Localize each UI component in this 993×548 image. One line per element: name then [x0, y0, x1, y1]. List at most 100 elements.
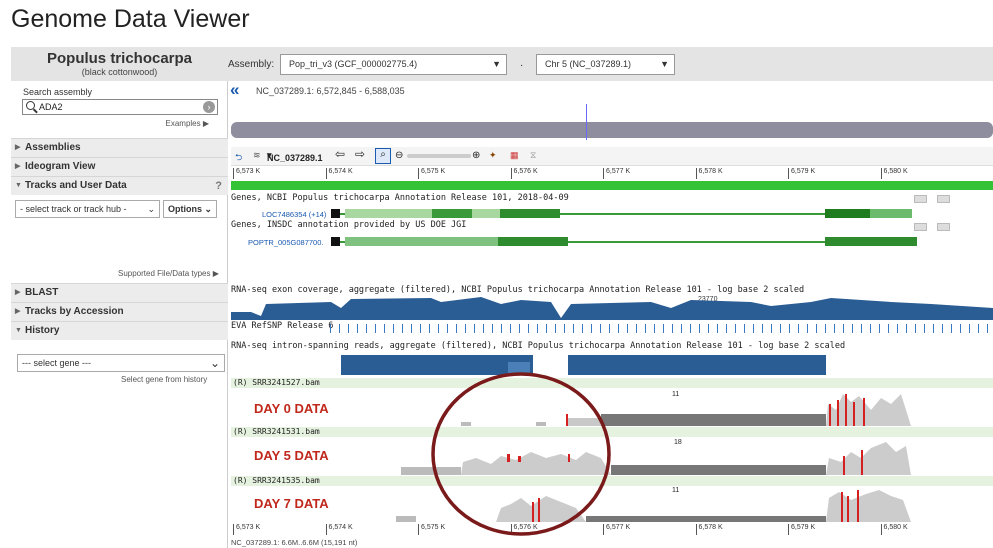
- sequence-select[interactable]: NC_037289.1 ▾: [267, 150, 323, 163]
- collapse-icon: ▼: [15, 182, 22, 189]
- ruler-tick: 6,580 K: [880, 524, 908, 535]
- annotation-circle: [431, 372, 611, 536]
- section-ideogram[interactable]: ▶ Ideogram View: [11, 157, 228, 176]
- chromosome-overview[interactable]: [231, 122, 993, 138]
- assembly-header: Assembly: Pop_tri_v3 (GCF_000002775.4) ▼ …: [228, 47, 993, 81]
- collapse-panel-icon[interactable]: «: [230, 80, 239, 100]
- overview-position-marker: [586, 104, 587, 140]
- ruler-tick: 6,579 K: [788, 524, 815, 535]
- sequence-value: NC_037289.1: [267, 153, 323, 163]
- back-icon[interactable]: ⮌: [235, 150, 242, 166]
- organism-name: Populus trichocarpa: [46, 50, 193, 67]
- viewer-toolbar: ⮌ ≋ NC_037289.1 ▾ ⇦ ⇨ ⌕ ⊖ ⊕ ✦ ▦ ⧖: [231, 147, 993, 166]
- section-label: BLAST: [25, 287, 59, 298]
- organism-header: Populus trichocarpa (black cottonwood): [11, 47, 228, 81]
- ruler-tick: 6,573 K: [233, 524, 260, 535]
- section-blast[interactable]: ▶ BLAST: [11, 283, 228, 302]
- track-button-left[interactable]: [914, 223, 927, 231]
- ruler-tick: 6,580 K: [880, 168, 908, 179]
- search-value: ADA2: [39, 102, 63, 112]
- track-title-ncbi-genes: Genes, NCBI Populus trichocarpa Annotati…: [231, 193, 569, 203]
- track-title-jgi-genes: Genes, INSDC annotation provided by US D…: [231, 220, 467, 230]
- gene-history-select[interactable]: --- select gene --- ⌄: [17, 354, 225, 372]
- gene-exon: [825, 237, 917, 246]
- section-tracks[interactable]: ▼ Tracks and User Data?: [11, 176, 228, 195]
- location-text: NC_037289.1: 6,572,845 - 6,588,035: [256, 86, 405, 96]
- chevron-down-icon: ⌄: [204, 204, 212, 214]
- track-title-eva: EVA RefSNP Release 6: [231, 321, 334, 331]
- examples-link[interactable]: Examples ▶: [166, 119, 210, 128]
- gene-label-ncbi[interactable]: LOC7486354 (+14): [262, 210, 326, 219]
- section-label: Assemblies: [25, 142, 81, 153]
- gene-label-jgi[interactable]: POPTR_005G087700.: [248, 238, 323, 247]
- supported-types-link[interactable]: Supported File/Data types ▶: [118, 269, 219, 278]
- track-title-rnaseq-intron: RNA-seq intron-spanning reads, aggregate…: [231, 341, 846, 351]
- assembly-select[interactable]: Pop_tri_v3 (GCF_000002775.4) ▼: [280, 54, 507, 75]
- expand-icon: ▶: [15, 163, 21, 170]
- track-button-right[interactable]: [937, 195, 950, 203]
- section-tracks-by-accession[interactable]: ▶ Tracks by Accession: [11, 302, 228, 321]
- assembly-value: Pop_tri_v3 (GCF_000002775.4): [289, 59, 418, 69]
- search-input[interactable]: ADA2 ›: [22, 99, 218, 115]
- section-label: Tracks by Accession: [25, 306, 124, 317]
- chevron-down-icon: ⌄: [209, 356, 220, 370]
- section-label: History: [25, 325, 60, 336]
- sequence-track-bar: [231, 181, 993, 190]
- gene-history-hint: Select gene from history: [121, 375, 208, 384]
- marker-icon[interactable]: ✦: [489, 150, 497, 161]
- search-go-icon[interactable]: ›: [203, 101, 215, 113]
- header-separator: ·: [520, 60, 524, 71]
- footer-range: NC_037289.1: 6.6M..6.6M (15,191 nt): [231, 538, 358, 547]
- zoom-slider[interactable]: [407, 154, 471, 158]
- ruler-tick: 6,576 K: [510, 168, 538, 179]
- filter-icon[interactable]: ⧖: [530, 150, 536, 161]
- location-row: « NC_037289.1: 6,572,845 - 6,588,035: [228, 80, 993, 101]
- ruler-tick: 6,574 K: [325, 168, 353, 179]
- ruler-tick: 6,579 K: [788, 168, 815, 179]
- organism-common-name: (black cottonwood): [81, 67, 158, 77]
- section-label: Tracks and User Data: [25, 180, 127, 191]
- chromosome-value: Chr 5 (NC_037289.1): [545, 59, 632, 69]
- sequence-icon[interactable]: ≋: [253, 150, 261, 161]
- expand-icon: ▶: [15, 144, 21, 151]
- section-assemblies[interactable]: ▶ Assemblies: [11, 138, 228, 157]
- ruler-tick: 6,575 K: [418, 168, 445, 179]
- gene-select-value: --- select gene ---: [22, 358, 92, 368]
- ruler-tick: 6,574 K: [325, 524, 353, 535]
- search-icon: [26, 101, 35, 110]
- supported-label: Supported File/Data types: [118, 269, 211, 278]
- ruler-tick: 6,573 K: [233, 168, 260, 179]
- pan-left-icon[interactable]: ⇦: [335, 147, 345, 161]
- track-select[interactable]: - select track or track hub - ⌄: [15, 200, 160, 218]
- search-label: Search assembly: [23, 87, 93, 97]
- page-title: Genome Data Viewer: [11, 5, 250, 33]
- chevron-down-icon: ⌄: [147, 204, 155, 214]
- tools-icon[interactable]: ▦: [510, 150, 519, 161]
- gene-exon: [500, 209, 560, 218]
- expand-icon: ▶: [15, 308, 21, 315]
- chromosome-select[interactable]: Chr 5 (NC_037289.1) ▼: [536, 54, 675, 75]
- track-select-value: - select track or track hub -: [20, 204, 127, 214]
- gene-exon: [498, 237, 568, 246]
- top-ruler: 6,573 K 6,574 K 6,575 K 6,576 K 6,577 K 6,578…: [231, 168, 993, 179]
- help-icon[interactable]: ?: [215, 177, 222, 195]
- ruler-tick: 6,578 K: [695, 168, 723, 179]
- zoom-out-icon[interactable]: ⊖: [395, 150, 403, 161]
- zoom-in-icon[interactable]: ⊕: [472, 150, 480, 161]
- assembly-label: Assembly:: [228, 59, 275, 70]
- section-history[interactable]: ▼ History: [11, 321, 228, 340]
- gene-exon: [870, 209, 912, 218]
- gene-exon: [432, 209, 472, 218]
- zoom-region-icon[interactable]: ⌕: [375, 148, 391, 164]
- ruler-tick: 6,577 K: [603, 168, 630, 179]
- options-button[interactable]: Options ⌄: [163, 200, 217, 218]
- collapse-icon: ▼: [15, 327, 22, 334]
- options-label: Options: [168, 204, 202, 214]
- chevron-down-icon: ▼: [492, 59, 501, 69]
- section-label: Ideogram View: [25, 161, 96, 172]
- pan-right-icon[interactable]: ⇨: [355, 147, 365, 161]
- track-button-left[interactable]: [914, 195, 927, 203]
- track-button-right[interactable]: [937, 223, 950, 231]
- left-panel: Populus trichocarpa (black cottonwood) S…: [11, 47, 228, 548]
- snp-marks: [330, 324, 993, 333]
